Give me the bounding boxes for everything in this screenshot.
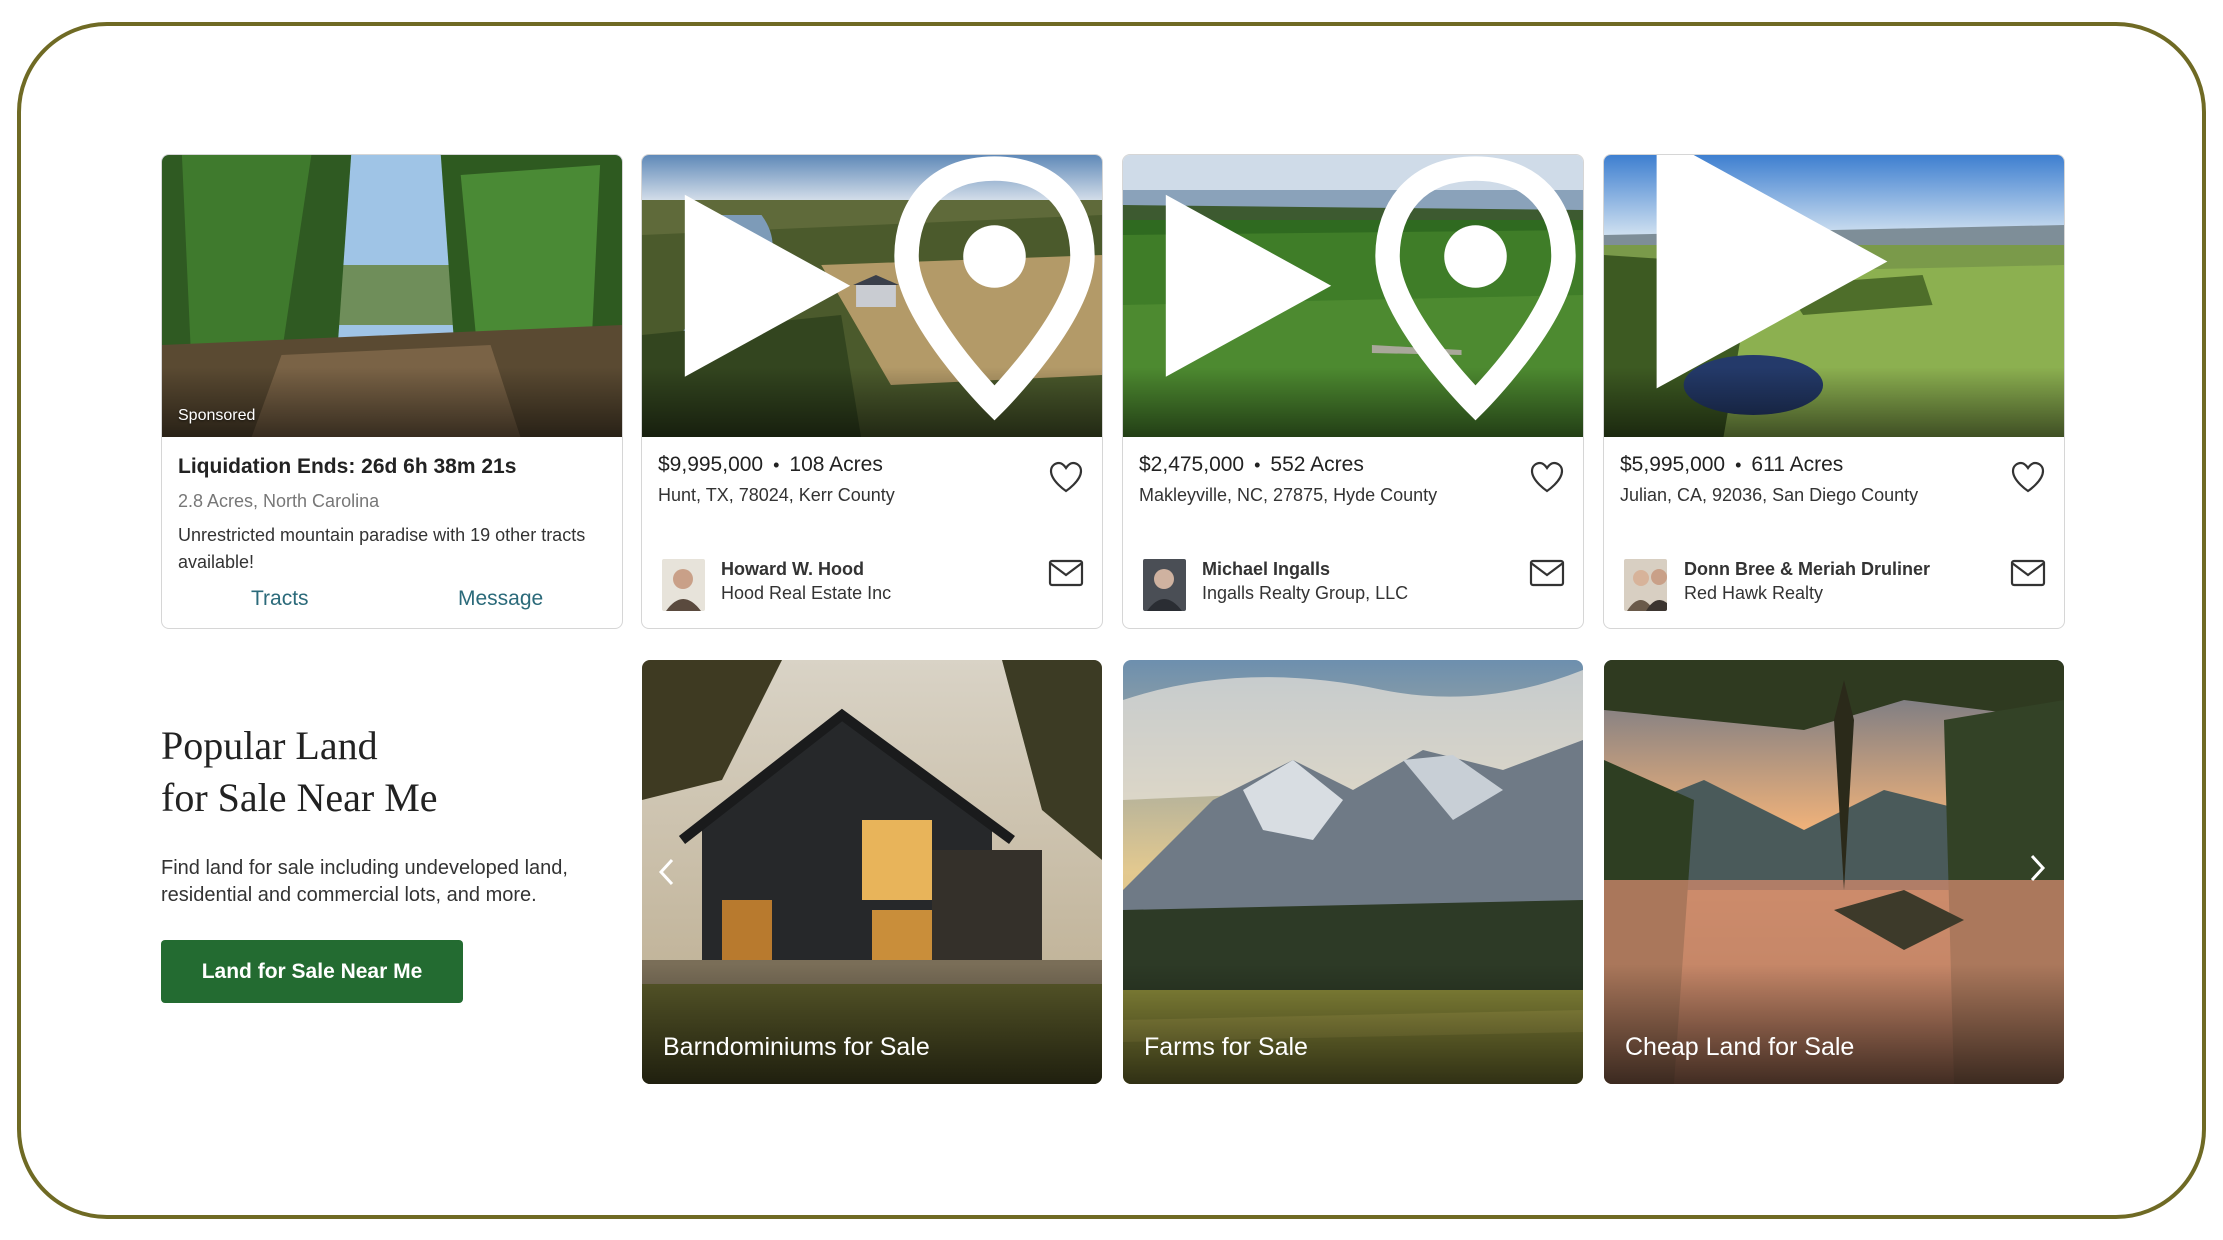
photo-shade <box>162 367 622 437</box>
tile-gradient <box>642 964 1102 1084</box>
listing-location: Julian, CA, 92036, San Diego County <box>1620 485 1919 505</box>
mail-icon[interactable] <box>2010 559 2046 587</box>
mail-icon[interactable] <box>1048 559 1084 587</box>
video-icon[interactable] <box>1622 155 1922 423</box>
video-icon[interactable] <box>1141 170 1356 402</box>
map-pin-icon[interactable] <box>1368 155 1583 423</box>
listing-acres: 611 Acres <box>1751 453 1844 476</box>
agent-avatar[interactable] <box>1143 559 1186 611</box>
listing-card[interactable]: $2,475,000 • 552 Acres Makleyville, NC, … <box>1122 154 1584 629</box>
category-label: Farms for Sale <box>1144 1033 1308 1061</box>
listing-location: Makleyville, NC, 27875, Hyde County <box>1139 485 1438 505</box>
listing-photo[interactable] <box>642 155 1102 437</box>
category-tile-barndominiums[interactable]: Barndominiums for Sale <box>642 660 1102 1084</box>
separator: • <box>1254 454 1261 475</box>
listing-subtitle: 2.8 Acres, North Carolina <box>178 491 380 511</box>
title-line-2: for Sale Near Me <box>161 775 438 820</box>
carousel-next-icon[interactable] <box>2022 850 2052 886</box>
category-tile-cheap-land[interactable]: Cheap Land for Sale <box>1604 660 2064 1084</box>
agent-avatar[interactable] <box>1624 559 1667 611</box>
listing-acres: 552 Acres <box>1270 453 1364 476</box>
category-label: Cheap Land for Sale <box>1625 1033 1855 1061</box>
agent-name[interactable]: Michael Ingalls <box>1202 559 1330 580</box>
section-description: Find land for sale including undeveloped… <box>161 857 568 906</box>
carousel-prev-icon[interactable] <box>652 854 682 890</box>
listing-card[interactable]: $9,995,000 • 108 Acres Hunt, TX, 78024, … <box>641 154 1103 629</box>
agent-company: Red Hawk Realty <box>1684 583 1824 603</box>
agent-company: Ingalls Realty Group, LLC <box>1202 583 1409 603</box>
listing-price: $2,475,000 <box>1139 453 1245 476</box>
listing-acres: 108 Acres <box>789 453 883 476</box>
listing-description: Unrestricted mountain paradise with 19 o… <box>178 525 586 572</box>
listing-location: Hunt, TX, 78024, Kerr County <box>658 485 895 505</box>
listing-price: $9,995,000 <box>658 453 764 476</box>
tile-gradient <box>1604 964 2064 1084</box>
message-link[interactable]: Message <box>458 587 543 611</box>
favorite-heart-icon[interactable] <box>1529 460 1565 494</box>
tile-gradient <box>1123 964 1583 1084</box>
favorite-heart-icon[interactable] <box>2010 460 2046 494</box>
land-for-sale-near-me-button[interactable]: Land for Sale Near Me <box>161 940 463 1003</box>
listing-photo[interactable]: Sponsored <box>162 155 622 437</box>
title-line-1: Popular Land <box>161 723 378 768</box>
video-icon[interactable] <box>660 170 875 402</box>
agent-company: Hood Real Estate Inc <box>721 583 892 603</box>
map-pin-icon[interactable] <box>887 155 1102 423</box>
category-label: Barndominiums for Sale <box>663 1033 930 1061</box>
agent-avatar[interactable] <box>662 559 705 611</box>
sponsored-badge: Sponsored <box>178 407 256 424</box>
listing-price: $5,995,000 <box>1620 453 1726 476</box>
mail-icon[interactable] <box>1529 559 1565 587</box>
liquidation-countdown: Liquidation Ends: 26d 6h 38m 21s <box>178 455 517 478</box>
section-title: Popular Land for Sale Near Me <box>161 720 438 824</box>
separator: • <box>773 454 780 475</box>
sponsored-listing-card[interactable]: Sponsored Liquidation Ends: 26d 6h 38m 2… <box>161 154 623 629</box>
listing-photo[interactable] <box>1604 155 2064 437</box>
category-tile-farms[interactable]: Farms for Sale <box>1123 660 1583 1084</box>
favorite-heart-icon[interactable] <box>1048 460 1084 494</box>
separator: • <box>1735 454 1742 475</box>
listing-card[interactable]: $5,995,000 • 611 Acres Julian, CA, 92036… <box>1603 154 2065 629</box>
listing-photo[interactable] <box>1123 155 1583 437</box>
tracts-link[interactable]: Tracts <box>251 587 309 611</box>
agent-name[interactable]: Donn Bree & Meriah Druliner <box>1684 559 1930 580</box>
agent-name[interactable]: Howard W. Hood <box>721 559 864 580</box>
